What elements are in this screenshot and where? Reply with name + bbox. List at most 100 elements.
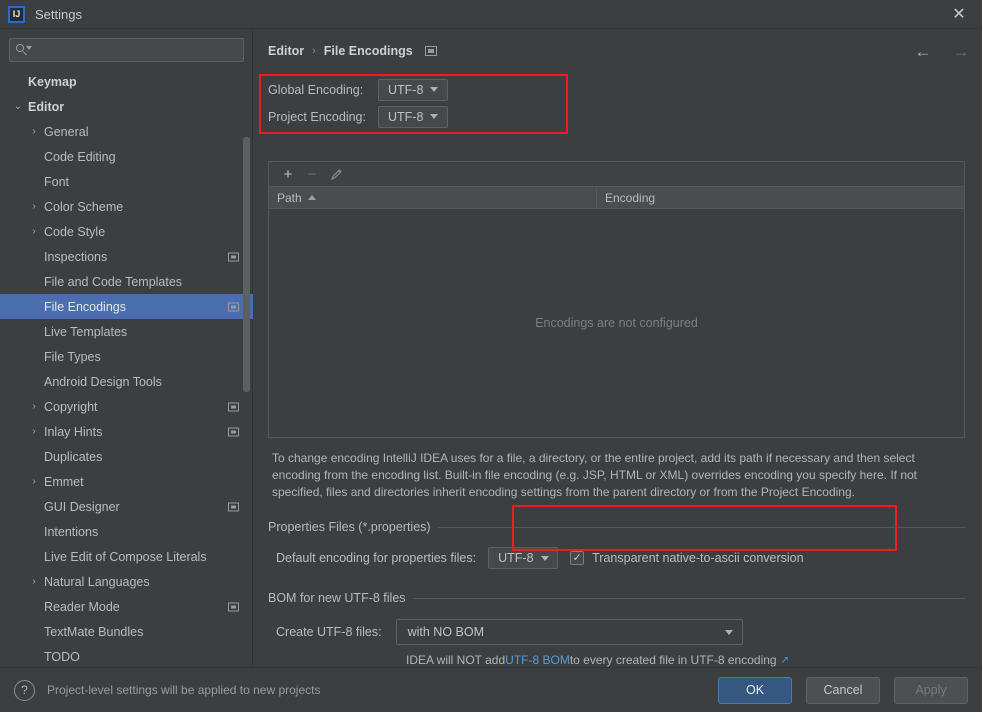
sidebar-item-live-edit-of-compose-literals[interactable]: Live Edit of Compose Literals (0, 544, 253, 569)
bom-section-title: BOM for new UTF-8 files (268, 591, 406, 605)
chevron-right-icon[interactable]: › (28, 226, 40, 238)
sidebar-item-label: Code Style (44, 224, 106, 239)
apply-button[interactable]: Apply (894, 676, 968, 704)
project-scope-badge-icon (228, 252, 239, 261)
sort-ascending-icon (307, 195, 316, 200)
sidebar-item-file-and-code-templates[interactable]: File and Code Templates (0, 269, 253, 294)
sidebar-item-editor[interactable]: ⌄ Editor (0, 94, 253, 119)
sidebar-item-label: Duplicates (44, 449, 103, 464)
sidebar-item-emmet[interactable]: › Emmet (0, 469, 253, 494)
sidebar-item-copyright[interactable]: › Copyright (0, 394, 253, 419)
project-encoding-dropdown[interactable]: UTF-8 (378, 105, 448, 128)
sidebar-item-label: Inlay Hints (44, 424, 103, 439)
utf8-bom-link[interactable]: UTF-8 BOM (505, 653, 570, 667)
sidebar-item-label: Inspections (44, 249, 108, 264)
project-scope-badge-icon (228, 502, 239, 511)
chevron-right-icon[interactable]: › (28, 476, 40, 488)
sidebar-item-gui-designer[interactable]: GUI Designer (0, 494, 253, 519)
chevron-down-icon[interactable]: ⌄ (12, 101, 24, 113)
sidebar-item-label: Android Design Tools (44, 374, 162, 389)
sidebar-item-duplicates[interactable]: Duplicates (0, 444, 253, 469)
sidebar-item-android-design-tools[interactable]: Android Design Tools (0, 369, 253, 394)
footer-note: Project-level settings will be applied t… (47, 683, 321, 697)
properties-files-section-header: Properties Files (*.properties) (268, 520, 965, 534)
sidebar-item-label: Intentions (44, 524, 99, 539)
chevron-right-icon[interactable]: › (28, 576, 40, 588)
ok-button[interactable]: OK (718, 676, 792, 704)
native-to-ascii-checkbox[interactable]: ✓ Transparent native-to-ascii conversion (570, 551, 804, 565)
global-encoding-value: UTF-8 (388, 82, 424, 97)
sidebar-item-file-encodings[interactable]: File Encodings (0, 294, 253, 319)
sidebar-item-label: TextMate Bundles (44, 624, 144, 639)
sidebar-item-keymap[interactable]: Keymap (0, 69, 253, 94)
chevron-right-icon[interactable]: › (28, 401, 40, 413)
chevron-right-icon[interactable]: › (28, 426, 40, 438)
section-divider (412, 597, 965, 599)
sidebar-item-live-templates[interactable]: Live Templates (0, 319, 253, 344)
bom-section-header: BOM for new UTF-8 files (268, 591, 965, 605)
sidebar-item-label: Natural Languages (44, 574, 150, 589)
sidebar-item-label: TODO (44, 649, 80, 664)
sidebar-item-code-editing[interactable]: Code Editing (0, 144, 253, 169)
sidebar-item-color-scheme[interactable]: › Color Scheme (0, 194, 253, 219)
project-encoding-value: UTF-8 (388, 109, 424, 124)
sidebar-item-natural-languages[interactable]: › Natural Languages (0, 569, 253, 594)
encodings-table-panel: + − Path Encoding Encodings are not conf… (268, 161, 965, 438)
help-icon[interactable]: ? (14, 679, 35, 701)
sidebar-item-reader-mode[interactable]: Reader Mode (0, 594, 253, 619)
external-link-icon[interactable]: ↗ (781, 655, 789, 666)
sidebar-item-inlay-hints[interactable]: › Inlay Hints (0, 419, 253, 444)
forward-arrow-icon[interactable]: → (950, 41, 972, 63)
sidebar-item-code-style[interactable]: › Code Style (0, 219, 253, 244)
sidebar-item-textmate-bundles[interactable]: TextMate Bundles (0, 619, 253, 644)
cancel-button[interactable]: Cancel (806, 676, 880, 704)
sidebar-scrollbar-thumb[interactable] (243, 137, 250, 392)
intellij-logo-icon: IJ (8, 5, 25, 23)
global-encoding-dropdown[interactable]: UTF-8 (378, 78, 448, 101)
chevron-right-icon[interactable]: › (28, 126, 40, 138)
footer-buttons: OK Cancel Apply (718, 676, 968, 704)
back-arrow-icon[interactable]: ← (912, 41, 934, 63)
sidebar-item-label: File Types (44, 349, 101, 364)
breadcrumb-parent[interactable]: Editor (268, 44, 304, 58)
edit-pencil-icon[interactable] (326, 164, 346, 184)
search-box[interactable] (9, 38, 244, 62)
encoding-settings-group: Global Encoding: UTF-8 Project Encoding:… (268, 76, 448, 130)
chevron-down-icon (430, 114, 439, 119)
search-input[interactable] (34, 43, 243, 57)
project-encoding-label: Project Encoding: (268, 109, 366, 124)
create-utf8-files-dropdown[interactable]: with NO BOM (395, 619, 743, 645)
sidebar-item-inspections[interactable]: Inspections (0, 244, 253, 269)
properties-files-section-title: Properties Files (*.properties) (268, 520, 431, 534)
create-utf8-files-row: Create UTF-8 files: with NO BOM (276, 619, 743, 645)
add-encoding-button[interactable]: + (278, 164, 298, 184)
sidebar-item-label: File and Code Templates (44, 274, 183, 289)
sidebar-item-general[interactable]: › General (0, 119, 253, 144)
column-header-encoding[interactable]: Encoding (597, 187, 964, 208)
properties-encoding-dropdown[interactable]: UTF-8 (488, 547, 559, 569)
sidebar-item-file-types[interactable]: File Types (0, 344, 253, 369)
create-utf8-files-value: with NO BOM (407, 625, 484, 639)
properties-encoding-value: UTF-8 (498, 551, 534, 565)
table-body: Encodings are not configured (269, 209, 964, 436)
project-scope-badge-icon (228, 402, 239, 411)
sidebar-scrollbar-track[interactable] (243, 69, 251, 665)
sidebar-item-todo[interactable]: TODO (0, 644, 253, 667)
remove-encoding-button[interactable]: − (302, 164, 322, 184)
column-header-path[interactable]: Path (269, 187, 597, 208)
settings-tree: Keymap ⌄ Editor › General Code Editing Font › Co… (0, 69, 253, 667)
project-scope-badge-icon (228, 302, 239, 311)
sidebar-item-label: Code Editing (44, 149, 116, 164)
close-icon[interactable]: ✕ (936, 0, 982, 28)
chevron-right-icon[interactable]: › (28, 201, 40, 213)
sidebar-item-label: General (44, 124, 89, 139)
sidebar-item-intentions[interactable]: Intentions (0, 519, 253, 544)
bom-note: IDEA will NOT add UTF-8 BOM to every cre… (406, 653, 789, 667)
sidebar-item-font[interactable]: Font (0, 169, 253, 194)
